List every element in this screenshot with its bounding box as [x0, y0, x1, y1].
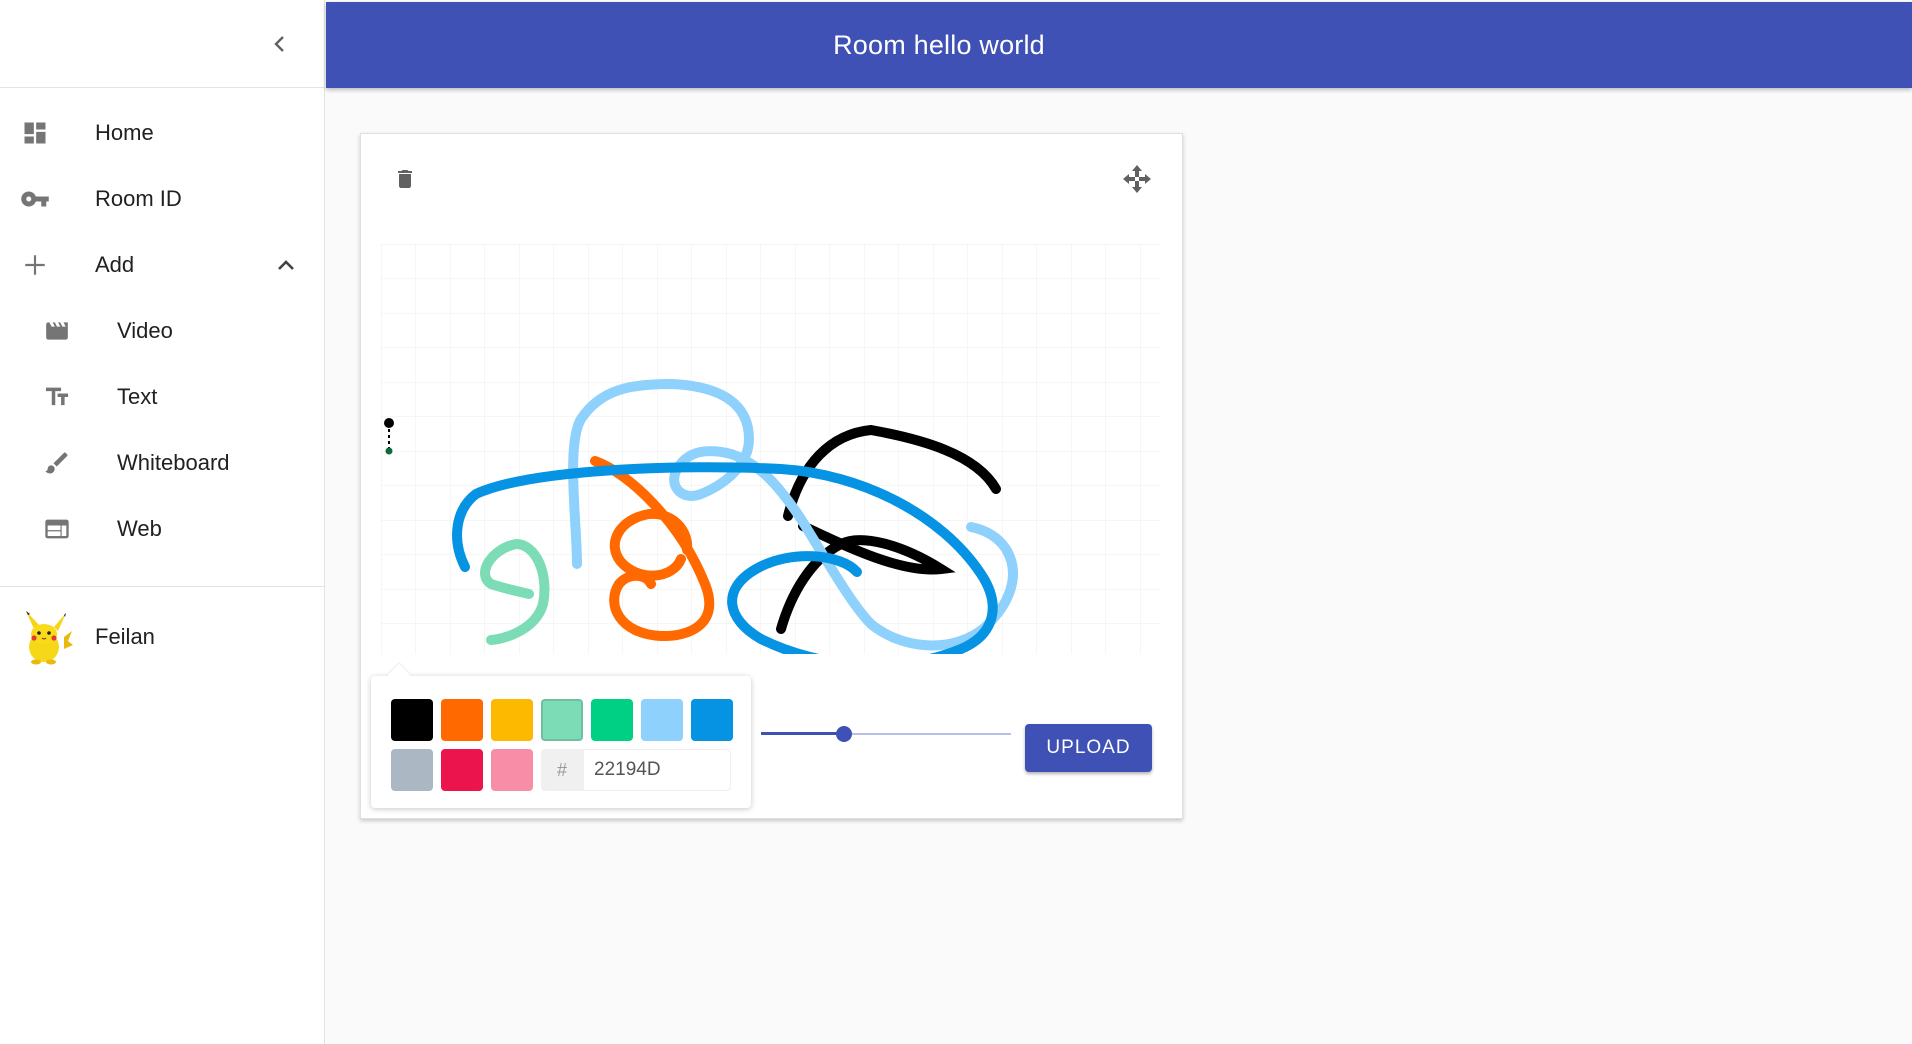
plus-icon — [20, 250, 50, 280]
sidebar-nav: Home Room ID Add Video Text Whiteboard W… — [0, 88, 324, 562]
brush-size-slider[interactable] — [761, 719, 1011, 749]
sidebar-item-web[interactable]: Web — [0, 496, 324, 562]
brush-icon — [42, 448, 72, 478]
web-icon — [42, 514, 72, 544]
delete-button[interactable] — [389, 162, 421, 196]
sidebar-item-whiteboard[interactable]: Whiteboard — [0, 430, 324, 496]
swatch-light-blue[interactable] — [641, 699, 683, 741]
whiteboard-canvas[interactable] — [381, 244, 1161, 654]
chevron-up-icon[interactable] — [272, 251, 300, 279]
key-icon — [20, 184, 50, 214]
sidebar-item-label: Add — [95, 252, 135, 277]
sidebar-item-text[interactable]: Text — [0, 364, 324, 430]
swatch-mint[interactable] — [541, 699, 583, 741]
swatch-orange[interactable] — [441, 699, 483, 741]
sidebar-item-label: Web — [117, 516, 162, 541]
text-fields-icon — [42, 382, 72, 412]
whiteboard-card: # UPLOAD — [360, 133, 1183, 819]
sidebar-header — [0, 0, 324, 88]
brush-size-indicator — [384, 418, 394, 455]
upload-button[interactable]: UPLOAD — [1025, 724, 1152, 772]
swatch-amber[interactable] — [491, 699, 533, 741]
trash-icon — [398, 170, 412, 188]
sidebar-item-label: Room ID — [95, 186, 182, 211]
app-bar: Room hello world — [326, 2, 1912, 88]
collapse-sidebar-button[interactable] — [262, 26, 298, 62]
canvas-grid — [381, 244, 1161, 654]
pikachu-avatar — [26, 611, 73, 665]
swatch-black[interactable] — [391, 699, 433, 741]
hex-prefix: # — [541, 749, 583, 791]
sidebar-item-label: Text — [117, 384, 158, 409]
user-name: Feilan — [95, 624, 155, 649]
movie-icon — [42, 316, 72, 346]
sidebar-item-home[interactable]: Home — [0, 100, 324, 166]
move-icon — [1123, 165, 1151, 193]
app-root: Home Room ID Add Video Text Whiteboard W… — [0, 0, 1912, 1044]
sidebar-item-add[interactable]: Add — [0, 232, 324, 298]
sidebar-item-label: Whiteboard — [117, 450, 230, 475]
color-picker: # — [371, 676, 751, 808]
swatch-gray[interactable] — [391, 749, 433, 791]
sidebar-item-label: Home — [95, 120, 154, 145]
slider-track — [761, 732, 844, 735]
sidebar-item-label: Video — [117, 318, 173, 343]
swatch-blue[interactable] — [691, 699, 733, 741]
hex-color-input[interactable] — [583, 749, 731, 791]
move-handle[interactable] — [1120, 162, 1154, 196]
chevron-left-icon — [274, 36, 284, 52]
sidebar-item-room-id[interactable]: Room ID — [0, 166, 324, 232]
dashboard-icon — [20, 118, 50, 148]
page-title: Room hello world — [833, 29, 1045, 60]
slider-thumb[interactable] — [835, 726, 852, 742]
swatch-pink[interactable] — [491, 749, 533, 791]
swatch-green[interactable] — [591, 699, 633, 741]
sidebar: Home Room ID Add Video Text Whiteboard W… — [0, 0, 325, 1044]
user-profile[interactable]: Feilan — [0, 587, 324, 687]
sidebar-item-video[interactable]: Video — [0, 298, 324, 364]
swatch-red[interactable] — [441, 749, 483, 791]
